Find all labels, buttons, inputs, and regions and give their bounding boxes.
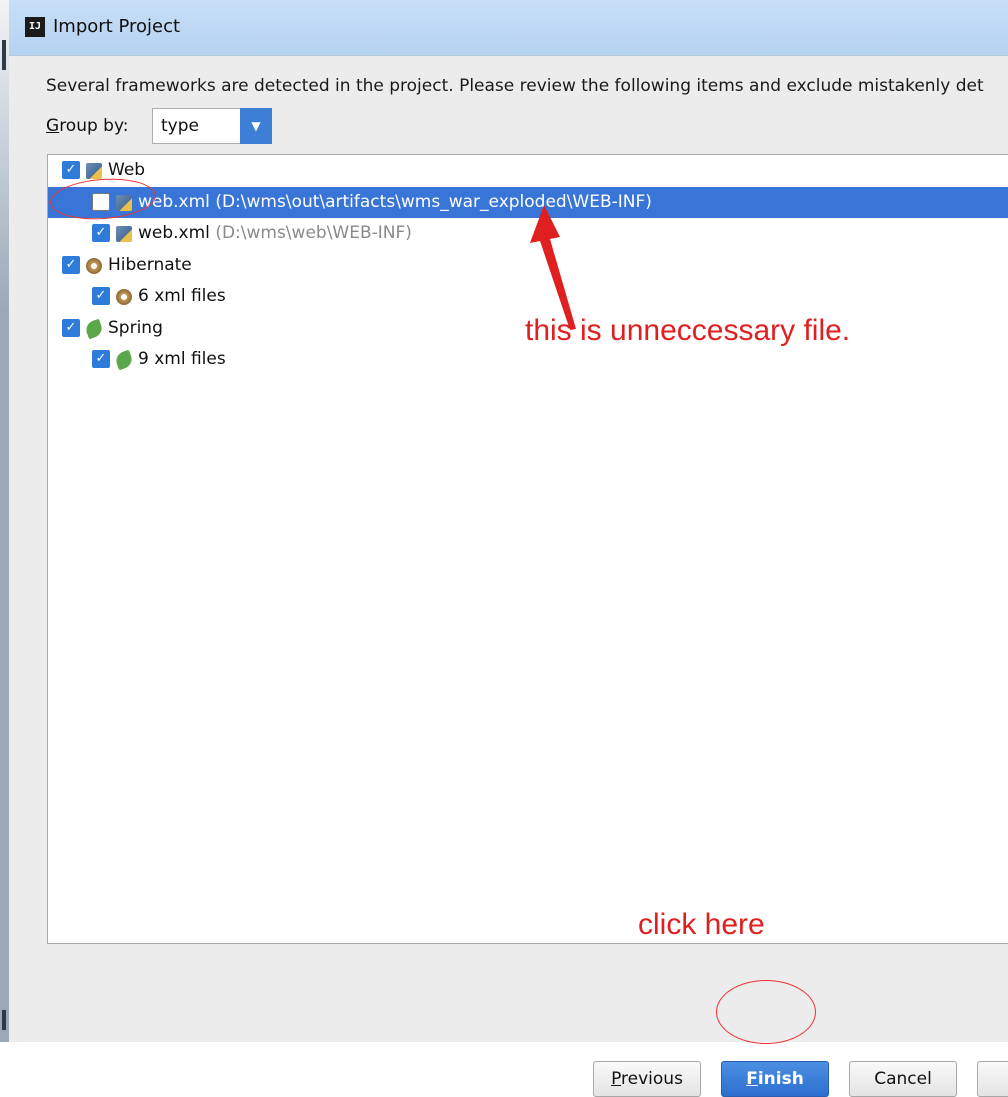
previous-mnemonic: P (611, 1069, 622, 1089)
tree-item-name: Spring (108, 317, 163, 338)
tree-item-name: web.xml (138, 223, 210, 243)
tree-item-name: 6 xml files (138, 286, 226, 306)
framework-tree[interactable]: ✓ Web web.xml (D:\wms\out\artifacts\wms_wa… (47, 154, 1008, 944)
window-left-edge (0, 0, 9, 1042)
tree-item-label: Hibernate (108, 250, 192, 281)
checkbox[interactable]: ✓ (92, 224, 110, 242)
intellij-icon: IJ (25, 17, 45, 37)
tree-item-name: 9 xml files (138, 349, 226, 369)
tree-item-name: Web (108, 160, 146, 180)
tree-row[interactable]: ✓ web.xml (D:\wms\web\WEB-INF) (48, 218, 1008, 249)
hibernate-icon (86, 257, 102, 274)
checkbox[interactable]: ✓ (92, 287, 110, 305)
help-button[interactable] (977, 1061, 1008, 1097)
tree-item-label: web.xml (D:\wms\web\WEB-INF) (138, 218, 412, 249)
previous-label: revious (621, 1069, 683, 1089)
checkbox[interactable]: ✓ (92, 350, 110, 368)
finish-mnemonic: F (746, 1069, 758, 1089)
tree-row[interactable]: ✓ Hibernate (48, 250, 1008, 281)
annotation-unnecessary-text: this is unneccessary file. (525, 314, 851, 347)
web-xml-icon (116, 226, 132, 242)
finish-button[interactable]: Finish (721, 1061, 829, 1097)
tree-row[interactable]: ✓ Web (48, 155, 1008, 186)
window-title: Import Project (53, 16, 181, 37)
annotation-click-here-text: click here (638, 908, 765, 941)
checkbox[interactable]: ✓ (62, 255, 80, 274)
finish-label: inish (757, 1069, 804, 1089)
web-icon (86, 163, 102, 179)
tree-row[interactable]: web.xml (D:\wms\out\artifacts\wms_war_ex… (48, 186, 1008, 218)
tree-row[interactable]: ✓ 9 xml files (48, 344, 1008, 375)
tree-item-label: 9 xml files (138, 344, 226, 375)
hibernate-icon (116, 289, 132, 305)
previous-button[interactable]: Previous (593, 1061, 701, 1097)
edge-mark (2, 1010, 6, 1030)
cancel-button[interactable]: Cancel (849, 1061, 957, 1097)
group-by-label-text: roup by: (59, 116, 129, 136)
tree-item-name: Hibernate (108, 254, 192, 275)
chevron-down-icon[interactable]: ▼ (240, 108, 272, 144)
tree-row[interactable]: ✓ 6 xml files (48, 281, 1008, 312)
import-dialog: Several frameworks are detected in the p… (9, 56, 1008, 1097)
group-by-mnemonic: G (46, 116, 60, 136)
edge-mark (2, 40, 6, 70)
checkbox[interactable]: ✓ (62, 161, 80, 179)
title-bar[interactable]: IJ Import Project (9, 0, 1008, 56)
group-by-select[interactable]: type ▼ (152, 108, 272, 144)
tree-item-label: Spring (108, 313, 163, 344)
spring-icon (113, 349, 135, 371)
tree-item-label: 6 xml files (138, 281, 226, 312)
annotation-circle-finish (716, 980, 816, 1044)
group-by-value: type (161, 116, 199, 136)
spring-icon (83, 318, 105, 339)
description-text: Several frameworks are detected in the p… (46, 76, 984, 96)
checkbox[interactable]: ✓ (62, 318, 80, 337)
tree-item-path: (D:\wms\web\WEB-INF) (215, 223, 412, 243)
group-by-label: Group by: (46, 116, 129, 136)
